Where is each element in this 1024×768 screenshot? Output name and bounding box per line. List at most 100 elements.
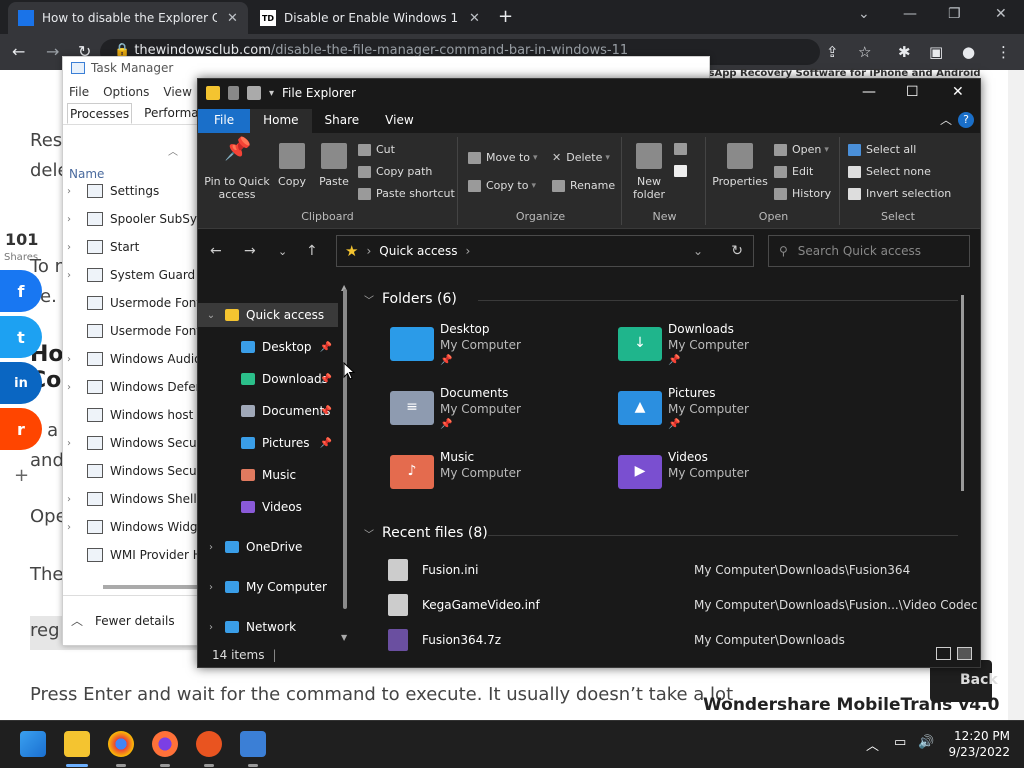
process-row[interactable]: › Start [67, 233, 139, 261]
nav-item-documents[interactable]: Documents 📌 [198, 399, 338, 423]
copy-to-button[interactable]: Copy to ▾ [468, 179, 536, 192]
recent-file-row[interactable]: KegaGameVideo.inf My Computer\Downloads\F… [388, 590, 978, 620]
task-manager-titlebar[interactable]: Task Manager [63, 57, 709, 79]
close-window-icon[interactable]: ✕ [952, 84, 964, 100]
chevron-down-icon[interactable]: ⌄ [858, 6, 870, 22]
ubuntu-taskbar-icon[interactable] [196, 731, 222, 757]
facebook-share-icon[interactable]: f [0, 270, 42, 312]
minimize-icon[interactable]: — [903, 6, 917, 22]
page-scrollbar[interactable] [1008, 70, 1024, 720]
expand-chevron-icon[interactable]: › [67, 438, 81, 449]
nav-item-downloads[interactable]: Downloads 📌 [198, 367, 338, 391]
folder-tile-pictures[interactable]: ▲ Pictures My Computer 📌 [618, 385, 749, 433]
expand-chevron-icon[interactable]: › [67, 494, 81, 505]
folder-tile-music[interactable]: ♪ Music My Computer [390, 449, 521, 489]
maximize-icon[interactable]: ☐ [906, 84, 919, 100]
bookmark-star-icon[interactable]: ☆ [858, 43, 871, 61]
move-to-button[interactable]: Move to ▾ [468, 151, 538, 164]
ribbon-tab-file[interactable]: File [198, 109, 251, 133]
close-window-icon[interactable]: ✕ [995, 6, 1007, 22]
properties-qat-icon[interactable] [228, 86, 239, 100]
nav-item-quick-access[interactable]: ⌄ Quick access [198, 303, 338, 327]
recent-section-header[interactable]: ﹀ Recent files (8) [364, 525, 488, 541]
process-row[interactable]: › Windows Audio [67, 345, 202, 373]
twitter-share-icon[interactable]: t [0, 316, 42, 358]
process-row[interactable]: › Windows Shell E [67, 485, 208, 513]
folder-tile-videos[interactable]: ▶ Videos My Computer [618, 449, 749, 489]
back-arrow-icon[interactable]: ← [12, 42, 25, 61]
nav-item-onedrive[interactable]: › OneDrive [198, 535, 338, 559]
chevron-right-icon[interactable]: › [204, 582, 218, 593]
copy-path-button[interactable]: Copy path [358, 165, 432, 178]
search-box[interactable]: ⚲ Search Quick access [768, 235, 970, 267]
qat-dropdown-icon[interactable]: ▾ [269, 88, 274, 99]
chevron-down-icon[interactable]: ⌄ [204, 310, 218, 321]
breadcrumb-separator[interactable]: › [465, 244, 470, 258]
file-explorer-window[interactable]: ▾ File Explorer — ☐ ✕ File Home Share Vi… [197, 78, 981, 668]
more-share-icon[interactable]: + [14, 465, 29, 486]
expand-chevron-icon[interactable]: › [67, 214, 81, 225]
delete-button[interactable]: ✕ Delete ▾ [552, 151, 610, 164]
chrome-taskbar-icon[interactable] [108, 731, 134, 757]
nav-item-videos[interactable]: Videos [198, 495, 338, 519]
paste-button[interactable]: Paste [316, 143, 352, 188]
reddit-share-icon[interactable]: r [0, 408, 42, 450]
pin-quick-access-button[interactable]: 📌 Pin to Quick access [202, 139, 272, 202]
new-item-button[interactable] [674, 143, 692, 155]
process-row[interactable]: Usermode Font [67, 317, 201, 345]
chevron-right-icon[interactable]: › [204, 622, 218, 633]
edit-button[interactable]: Edit [774, 165, 813, 178]
chevron-down-icon[interactable]: ⌄ [693, 244, 703, 258]
open-button[interactable]: Open ▾ [774, 143, 829, 156]
select-none-button[interactable]: Select none [848, 165, 931, 178]
volume-icon[interactable]: 🔊 [918, 735, 934, 750]
folders-section-header[interactable]: ﹀ Folders (6) [364, 291, 457, 307]
firefox-taskbar-icon[interactable] [152, 731, 178, 757]
menu-file[interactable]: File [69, 85, 89, 103]
back-arrow-icon[interactable]: ← [210, 243, 222, 259]
nav-item-pictures[interactable]: Pictures 📌 [198, 431, 338, 455]
easy-access-button[interactable] [674, 165, 692, 177]
properties-button[interactable]: Properties [712, 143, 768, 188]
expand-chevron-icon[interactable]: › [67, 354, 81, 365]
new-folder-button[interactable]: New folder [628, 143, 670, 201]
nav-item-network[interactable]: › Network [198, 615, 338, 639]
start-windows-icon[interactable] [20, 731, 46, 757]
copy-button[interactable]: Copy [274, 143, 310, 188]
process-row[interactable]: › Windows Securi [67, 429, 205, 457]
process-row[interactable]: › Windows Widge [67, 513, 205, 541]
breadcrumb-quick-access[interactable]: Quick access [379, 244, 457, 258]
fewer-details-button[interactable]: Fewer details [95, 614, 175, 628]
new-folder-qat-icon[interactable] [247, 86, 261, 100]
file-explorer-taskbar-icon[interactable] [64, 731, 90, 757]
restore-icon[interactable]: ❐ [948, 6, 961, 22]
forward-arrow-icon[interactable]: → [46, 42, 59, 61]
ribbon-tab-share[interactable]: Share [312, 109, 373, 133]
expand-chevron-icon[interactable]: › [67, 522, 81, 533]
menu-options[interactable]: Options [103, 85, 149, 103]
paste-shortcut-button[interactable]: Paste shortcut [358, 187, 455, 200]
browser-tab-1[interactable]: How to disable the Explorer Com ✕ [8, 2, 248, 34]
side-panel-icon[interactable]: ▣ [929, 43, 943, 61]
task-manager-taskbar-icon[interactable] [240, 731, 266, 757]
help-icon[interactable]: ? [958, 112, 974, 128]
close-tab-icon[interactable]: ✕ [227, 11, 238, 26]
show-hidden-icons-chevron-icon[interactable]: ︿ [866, 735, 879, 754]
new-tab-icon[interactable]: + [498, 6, 513, 27]
browser-tab-2[interactable]: TD Disable or Enable Windows 11 n ✕ [250, 2, 490, 34]
details-view-icon[interactable] [936, 647, 951, 660]
process-row[interactable]: Windows host p [67, 401, 205, 429]
menu-view[interactable]: View [163, 85, 191, 103]
process-row[interactable]: › Settings [67, 177, 159, 205]
nav-item-my-computer[interactable]: › My Computer [198, 575, 338, 599]
content-scrollbar[interactable] [961, 295, 964, 491]
chevron-up-icon[interactable]: ︿ [71, 612, 83, 629]
process-row[interactable]: Usermode Font [67, 289, 201, 317]
linkedin-share-icon[interactable]: in [0, 362, 42, 404]
menu-kebab-icon[interactable]: ⋮ [996, 43, 1011, 61]
nav-item-desktop[interactable]: Desktop 📌 [198, 335, 338, 359]
close-tab-icon[interactable]: ✕ [469, 11, 480, 26]
process-row[interactable]: › System Guard Ru [67, 261, 214, 289]
extensions-icon[interactable]: ✱ [898, 43, 911, 61]
ribbon-tab-view[interactable]: View [372, 109, 426, 133]
